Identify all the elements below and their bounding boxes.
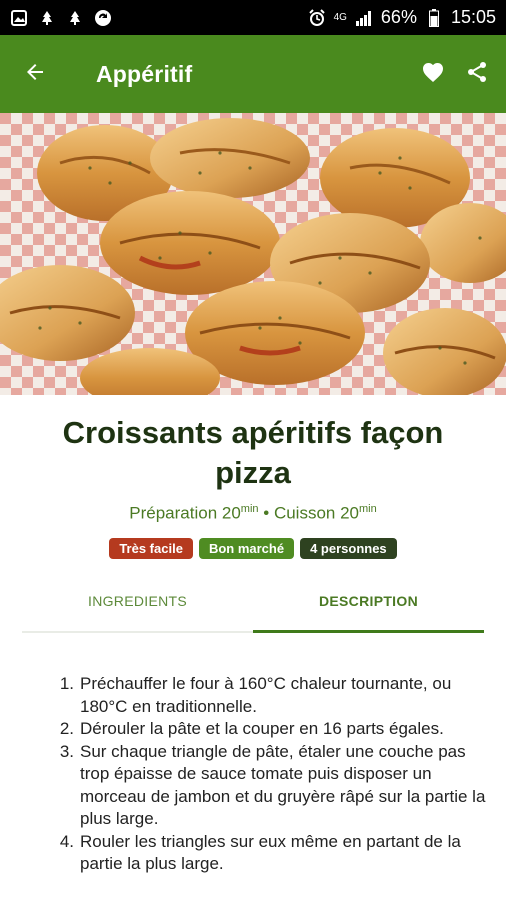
recipe-photo bbox=[0, 113, 506, 395]
step-number: 1. bbox=[59, 674, 74, 693]
battery-percent: 66% bbox=[380, 7, 417, 27]
clock: 15:05 bbox=[450, 7, 496, 27]
network-type: 4G bbox=[333, 12, 347, 23]
difficulty-badge: Très facile bbox=[109, 537, 193, 559]
cook-time: Cuisson 20 bbox=[273, 503, 359, 523]
servings-badge: 4 personnes bbox=[300, 537, 397, 559]
step-number: 3. bbox=[59, 741, 74, 761]
list-item: 3. Sur chaque triangle de pâte, étaler u… bbox=[46, 741, 486, 831]
recipe-times: Préparation 20min • Cuisson 20min bbox=[0, 503, 506, 524]
step-text: Rouler les triangles sur eux même en par… bbox=[80, 831, 461, 874]
sync-icon bbox=[94, 9, 112, 27]
recipe-header: Croissants apéritifs façon pizza Prépara… bbox=[0, 395, 506, 559]
cook-unit: min bbox=[359, 503, 377, 515]
tab-description[interactable]: DESCRIPTION bbox=[253, 570, 484, 633]
app-bar: Appéritif bbox=[0, 35, 506, 113]
recipe-badges: Très facile Bon marché 4 personnes bbox=[0, 537, 506, 559]
signal-icon bbox=[355, 9, 373, 27]
recipe-title: Croissants apéritifs façon pizza bbox=[62, 415, 444, 490]
prep-time: Préparation 20 bbox=[129, 503, 241, 523]
tab-ingredients[interactable]: INGREDIENTS bbox=[22, 570, 253, 631]
cost-badge: Bon marché bbox=[198, 537, 295, 559]
back-button[interactable] bbox=[0, 35, 70, 113]
status-bar: 4G 66% 15:05 bbox=[0, 0, 506, 35]
gallery-icon bbox=[10, 9, 28, 27]
app-bar-actions bbox=[418, 59, 506, 89]
share-button[interactable] bbox=[462, 59, 492, 89]
description-steps: 1. Préchauffer le four à 160°C chaleur t… bbox=[46, 673, 486, 876]
share-icon bbox=[466, 61, 488, 88]
alarm-icon bbox=[308, 8, 326, 27]
list-item: 4. Rouler les triangles sur eux même en … bbox=[46, 831, 486, 876]
recipe-tabs: INGREDIENTS DESCRIPTION bbox=[22, 570, 484, 633]
alert-icon bbox=[66, 9, 84, 27]
step-number: 2. bbox=[59, 719, 74, 738]
prep-unit: min bbox=[240, 503, 259, 515]
page-title: Appéritif bbox=[96, 60, 193, 87]
battery-icon bbox=[425, 8, 443, 27]
time-separator: • bbox=[258, 503, 274, 523]
notification-icons bbox=[10, 9, 112, 27]
alert-icon bbox=[38, 9, 56, 27]
step-text: Dérouler la pâte et la couper en 16 part… bbox=[80, 719, 444, 738]
list-item: 2. Dérouler la pâte et la couper en 16 p… bbox=[46, 718, 486, 741]
arrow-left-icon bbox=[23, 60, 47, 89]
system-icons: 4G 66% 15:05 bbox=[308, 7, 496, 28]
favorite-button[interactable] bbox=[418, 59, 448, 89]
list-item: 1. Préchauffer le four à 160°C chaleur t… bbox=[46, 673, 486, 718]
step-text: Préchauffer le four à 160°C chaleur tour… bbox=[80, 674, 452, 716]
step-text: Sur chaque triangle de pâte, étaler une … bbox=[80, 741, 486, 829]
step-number: 4. bbox=[59, 831, 74, 851]
heart-icon bbox=[421, 61, 445, 88]
